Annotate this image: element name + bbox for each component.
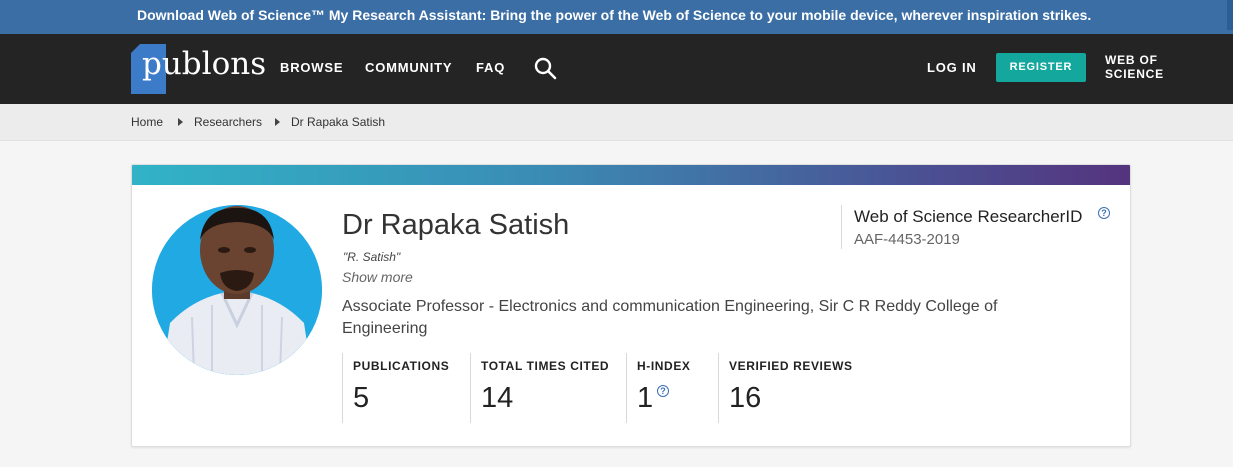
researcher-id-block: Web of Science ResearcherID ? AAF-4453-2… [841,205,1110,249]
metric-value: 1 [637,382,654,414]
breadcrumb-researchers[interactable]: Researchers [194,115,262,129]
metric-label: H-INDEX [637,359,691,373]
metric-label: VERIFIED REVIEWS [729,359,853,373]
top-navbar: publons BROWSE COMMUNITY FAQ LOG IN REGI… [0,34,1233,104]
breadcrumb: Home Researchers Dr Rapaka Satish [0,104,1233,141]
publons-logo[interactable]: publons [131,44,266,94]
register-button[interactable]: REGISTER [996,53,1086,82]
metric-label: PUBLICATIONS [353,359,450,373]
breadcrumb-separator-icon [178,118,183,126]
researcher-affiliation: Associate Professor - Electronics and co… [342,298,998,337]
profile-card: Dr Rapaka Satish "R. Satish" Show more A… [131,164,1131,447]
banner-scrollbar [1227,0,1233,30]
metric-value: 5 [353,382,370,414]
web-of-science-link[interactable]: WEB OF SCIENCE [1105,53,1164,81]
promo-banner[interactable]: Download Web of Science™ My Research Ass… [0,0,1233,34]
breadcrumb-separator-icon [275,118,280,126]
avatar [152,205,322,375]
logo-fold [131,44,140,53]
wos-line-1: WEB OF [1105,53,1158,67]
card-header-stripe [132,165,1130,185]
metric-label: TOTAL TIMES CITED [481,359,610,373]
metric-total-times-cited[interactable]: TOTAL TIMES CITED 14 [470,353,626,423]
search-icon[interactable] [533,56,559,82]
wos-line-2: SCIENCE [1105,67,1164,81]
metric-publications[interactable]: PUBLICATIONS 5 [342,353,470,423]
researcher-alias: "R. Satish" [343,250,401,264]
help-icon[interactable]: ? [657,385,669,397]
metric-verified-reviews[interactable]: VERIFIED REVIEWS 16 [718,353,878,423]
breadcrumb-home[interactable]: Home [131,115,163,129]
help-icon[interactable]: ? [1098,207,1110,219]
nav-faq-link[interactable]: FAQ [476,60,505,76]
breadcrumb-current: Dr Rapaka Satish [291,115,386,129]
metric-h-index[interactable]: H-INDEX 1 ? [626,353,718,423]
promo-banner-text[interactable]: Download Web of Science™ My Research Ass… [137,0,1091,30]
nav-community-link[interactable]: COMMUNITY [365,60,452,76]
researcher-id-title: Web of Science ResearcherID [854,207,1083,226]
logo-text: publons [142,46,267,82]
researcher-name: Dr Rapaka Satish [342,209,570,241]
nav-browse-link[interactable]: BROWSE [280,60,343,76]
login-link[interactable]: LOG IN [927,60,977,76]
show-more-link[interactable]: Show more [342,269,413,285]
metric-value: 16 [729,382,762,414]
researcher-id-value: AAF-4453-2019 [854,231,960,248]
metric-value: 14 [481,382,514,414]
